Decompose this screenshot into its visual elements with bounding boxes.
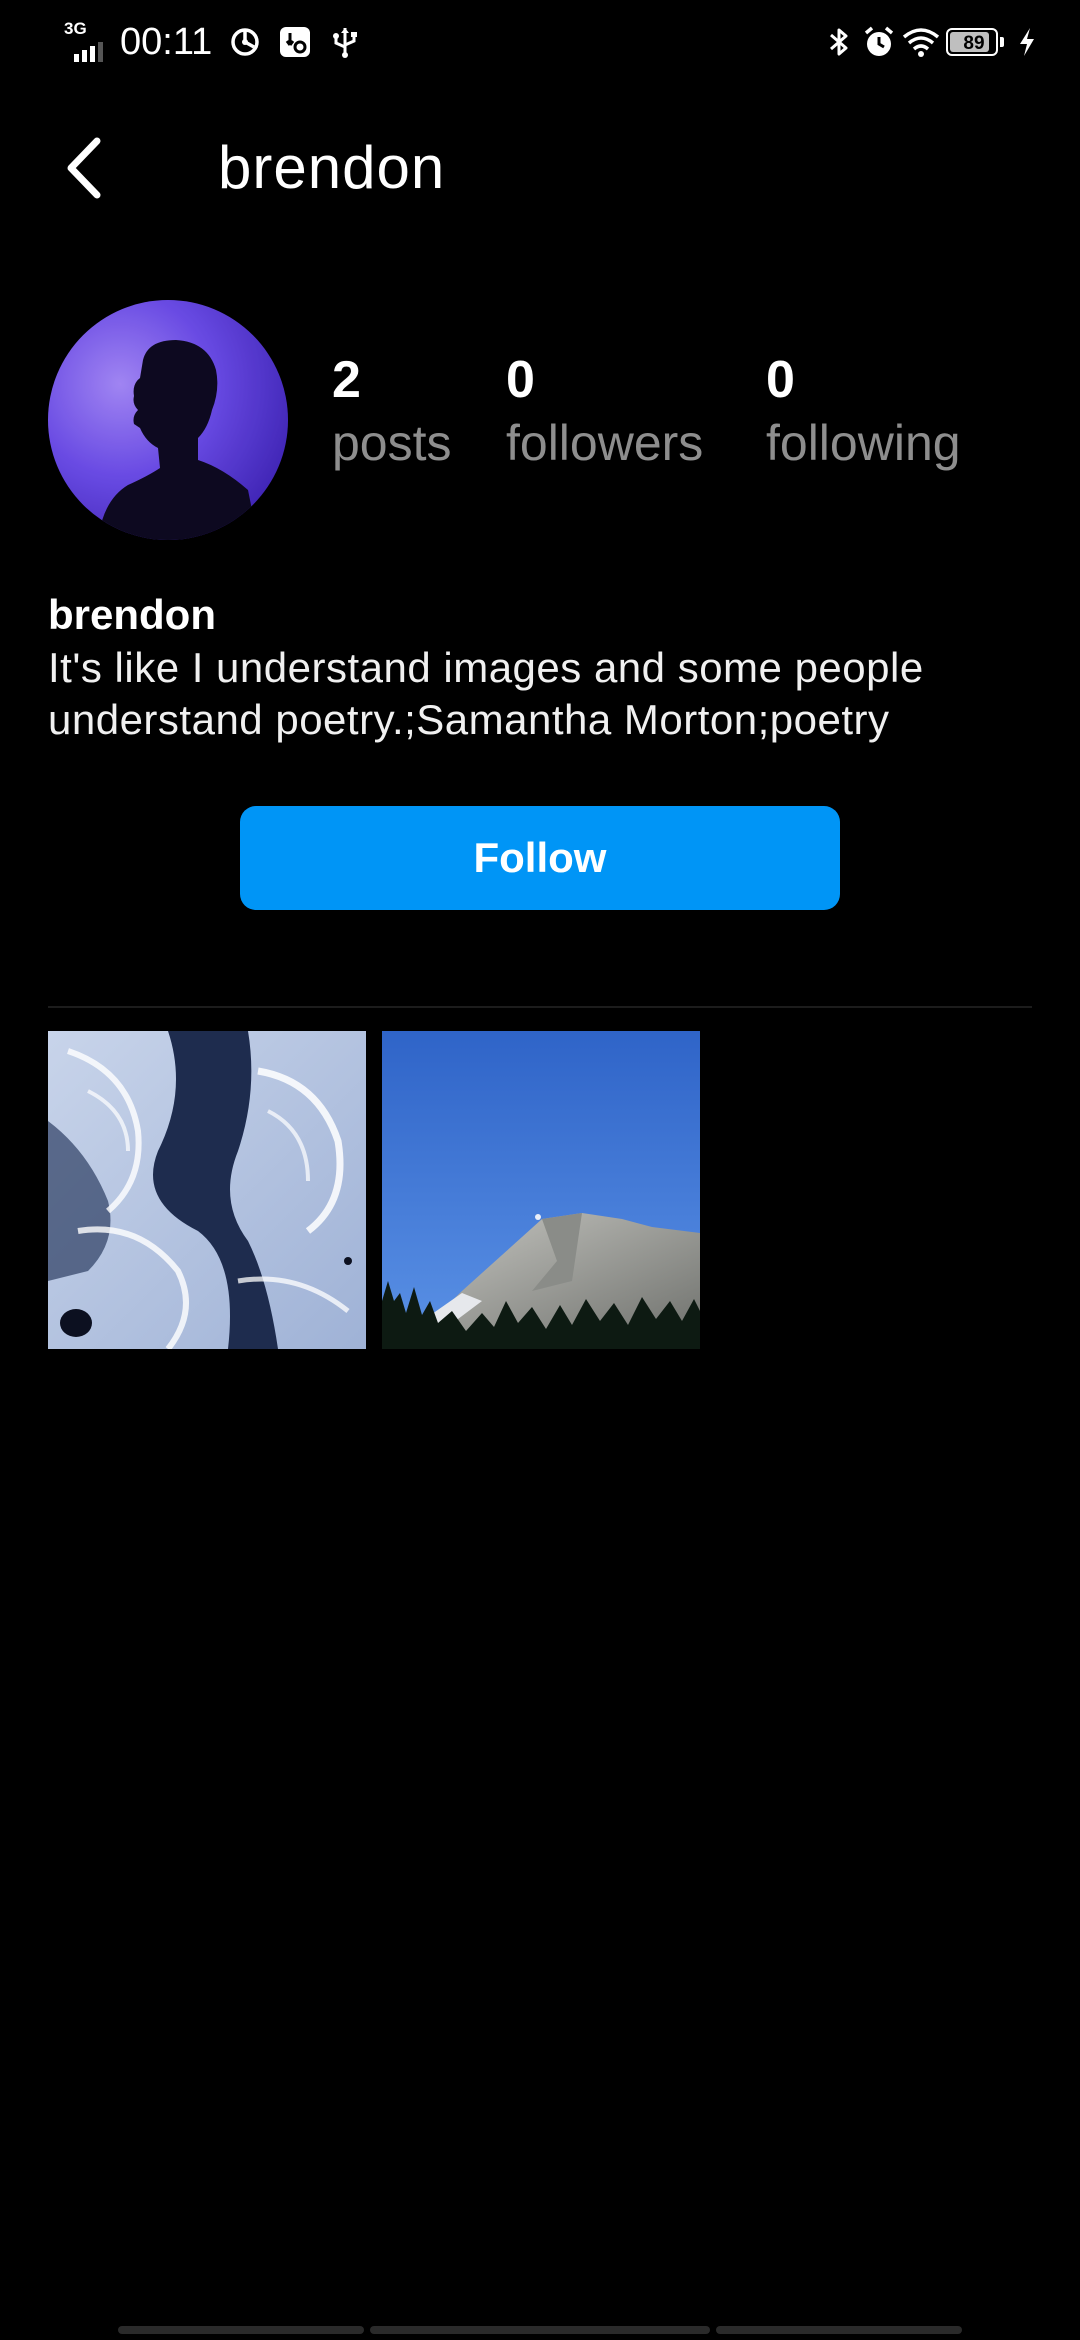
wifi-icon	[902, 25, 940, 59]
status-time: 00:11	[120, 21, 213, 63]
battery-cap	[1000, 37, 1004, 47]
stat-posts[interactable]: 2 posts	[332, 350, 452, 476]
profile-name: brendon	[48, 591, 216, 638]
battery-level-text: 89	[963, 33, 985, 54]
stat-followers[interactable]: 0 followers	[506, 350, 703, 476]
battery-body: 89	[946, 28, 998, 56]
followers-count: 0	[506, 351, 535, 409]
signal-icon: 3G	[62, 18, 110, 66]
posts-count: 2	[332, 351, 361, 409]
ice-image	[48, 1031, 366, 1349]
gesture-bar-segment	[118, 2326, 364, 2334]
following-count: 0	[766, 351, 795, 409]
profile-bio: It's like I understand images and some p…	[48, 644, 924, 743]
back-button[interactable]	[44, 124, 124, 212]
follow-button[interactable]: Follow	[240, 806, 840, 910]
avatar[interactable]	[48, 300, 288, 540]
post-thumbnail-mountain[interactable]	[382, 1031, 700, 1349]
stat-following[interactable]: 0 following	[766, 350, 961, 476]
gesture-bar-segment	[370, 2326, 710, 2334]
data-saver-icon	[228, 25, 262, 59]
status-bar: 3G 00:11 89	[0, 0, 1080, 84]
page-title: brendon	[218, 134, 446, 201]
gesture-bar-segment	[716, 2326, 962, 2334]
post-thumbnail-ice[interactable]	[48, 1031, 366, 1349]
post-grid	[48, 1031, 1032, 1349]
status-bar-right: 89	[816, 22, 1044, 62]
charging-icon	[1010, 25, 1044, 59]
usb-icon	[328, 25, 362, 59]
followers-label: followers	[506, 415, 704, 471]
battery-icon: 89	[946, 28, 1004, 56]
mountain-image	[382, 1031, 700, 1349]
gesture-bar	[118, 2326, 962, 2334]
bluetooth-icon	[822, 25, 856, 59]
alarm-icon	[862, 25, 896, 59]
divider	[48, 1006, 1032, 1008]
network-type: 3G	[64, 19, 87, 38]
posts-label: posts	[332, 415, 452, 471]
avatar-image	[48, 300, 288, 540]
following-label: following	[766, 415, 961, 471]
status-bar-left: 3G 00:11	[62, 18, 362, 66]
back-arrow-icon	[67, 137, 101, 199]
usb-debug-icon	[278, 25, 312, 59]
